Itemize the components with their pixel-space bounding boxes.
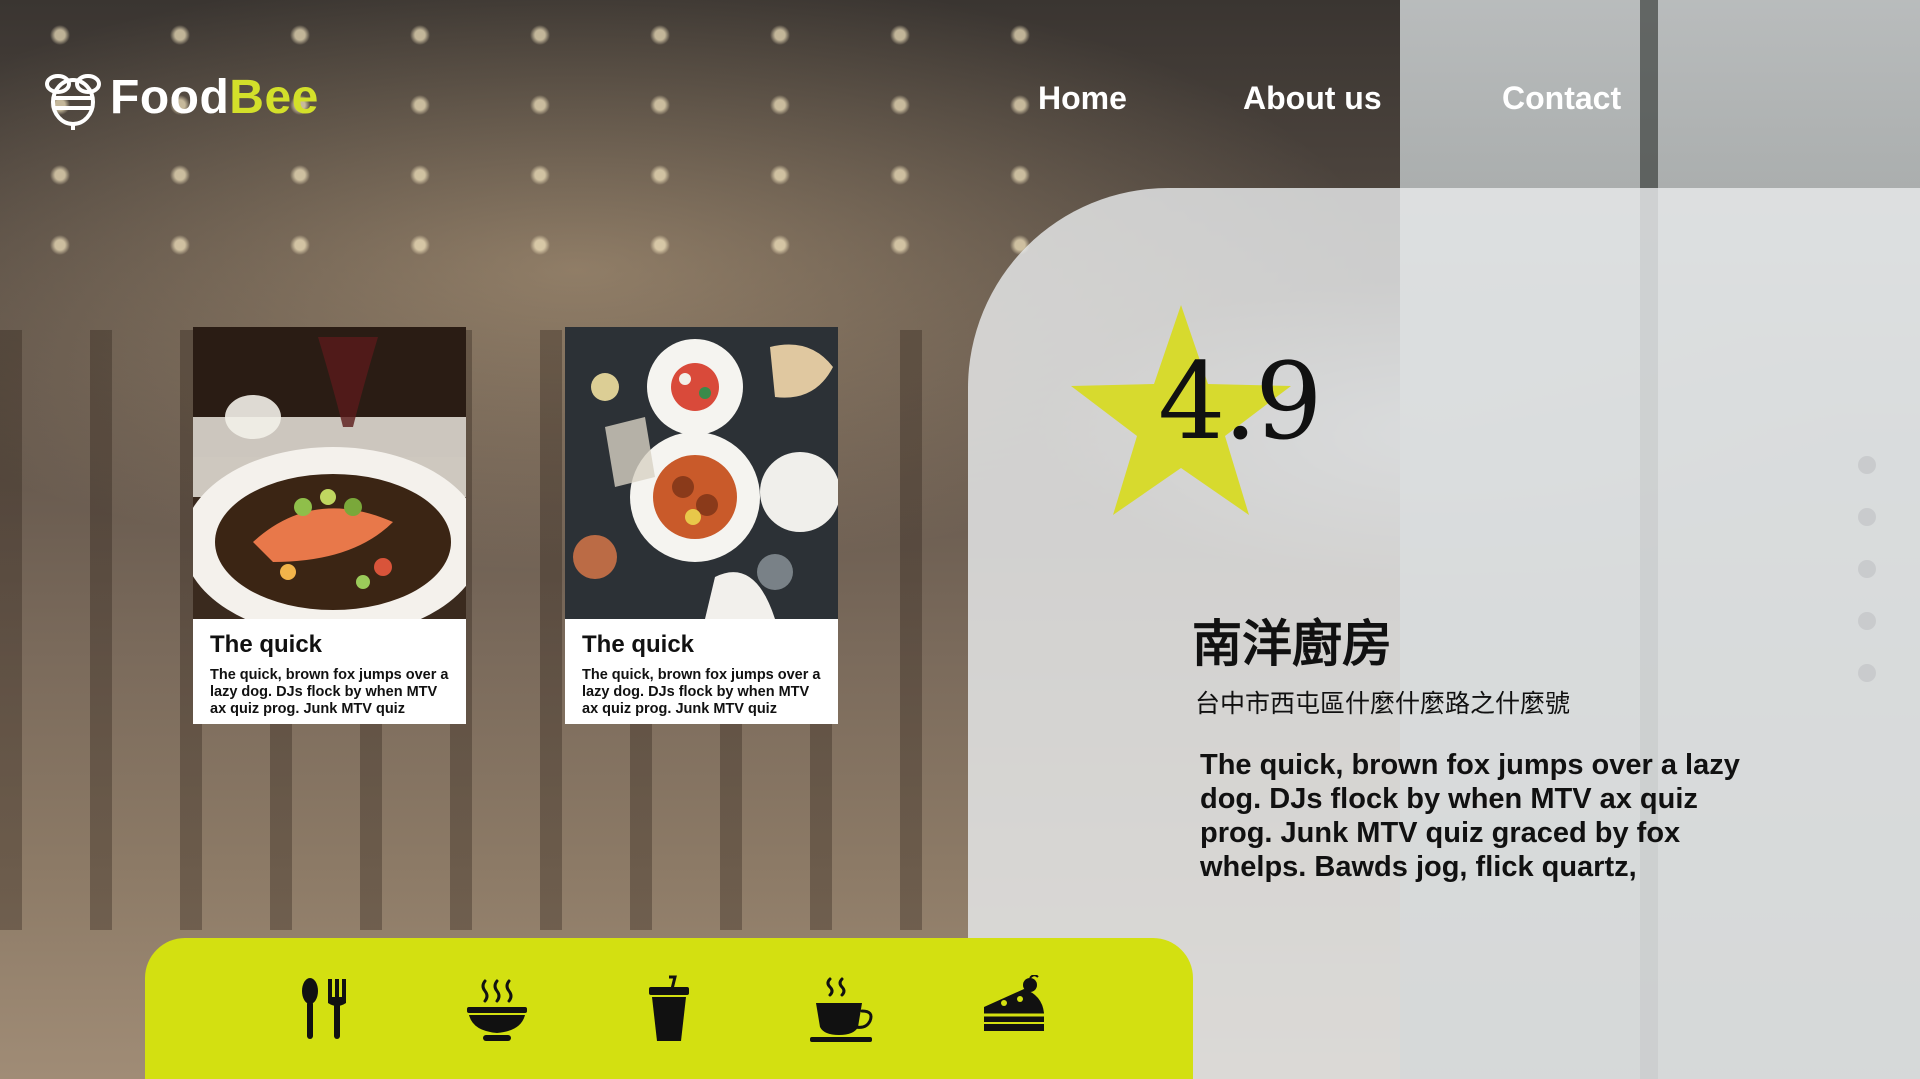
utensils-icon[interactable] xyxy=(290,975,358,1043)
nav-home[interactable]: Home xyxy=(1038,80,1127,117)
food-card-1[interactable]: The quick The quick, brown fox jumps ove… xyxy=(193,327,466,724)
cake-icon[interactable] xyxy=(980,975,1048,1043)
food-card-2[interactable]: The quick The quick, brown fox jumps ove… xyxy=(565,327,838,724)
coffee-cup-icon[interactable] xyxy=(808,975,876,1043)
soup-bowl-icon[interactable] xyxy=(463,975,531,1043)
drink-cup-icon[interactable] xyxy=(635,975,703,1043)
pagination-dot-2[interactable] xyxy=(1858,508,1876,526)
restaurant-address: 台中市西屯區什麼什麼路之什麼號 xyxy=(1195,690,1571,718)
pagination-dot-4[interactable] xyxy=(1858,612,1876,630)
pagination-dot-1[interactable] xyxy=(1858,456,1876,474)
nav-about-us[interactable]: About us xyxy=(1243,80,1382,117)
card-title: The quick xyxy=(582,631,695,658)
restaurant-name: 南洋廚房 xyxy=(1192,616,1392,672)
bee-logo-icon xyxy=(45,74,101,130)
restaurant-description: The quick, brown fox jumps over a lazy d… xyxy=(1200,749,1740,883)
card-description: The quick, brown fox jumps over a lazy d… xyxy=(582,667,821,717)
pagination-dots xyxy=(1858,456,1876,716)
rating-value: 4.9 xyxy=(1158,340,1323,463)
pagination-dot-3[interactable] xyxy=(1858,560,1876,578)
brand-name-food: Food xyxy=(110,70,230,124)
pagination-dot-5[interactable] xyxy=(1858,664,1876,682)
card-title: The quick xyxy=(210,631,323,658)
card-description: The quick, brown fox jumps over a lazy d… xyxy=(210,667,449,717)
table-dishes-photo xyxy=(565,327,838,619)
logo[interactable]: FoodBee xyxy=(44,64,319,130)
salmon-dish-photo xyxy=(193,327,466,619)
nav-contact[interactable]: Contact xyxy=(1502,80,1621,117)
brand-name-bee: Bee xyxy=(229,70,319,124)
